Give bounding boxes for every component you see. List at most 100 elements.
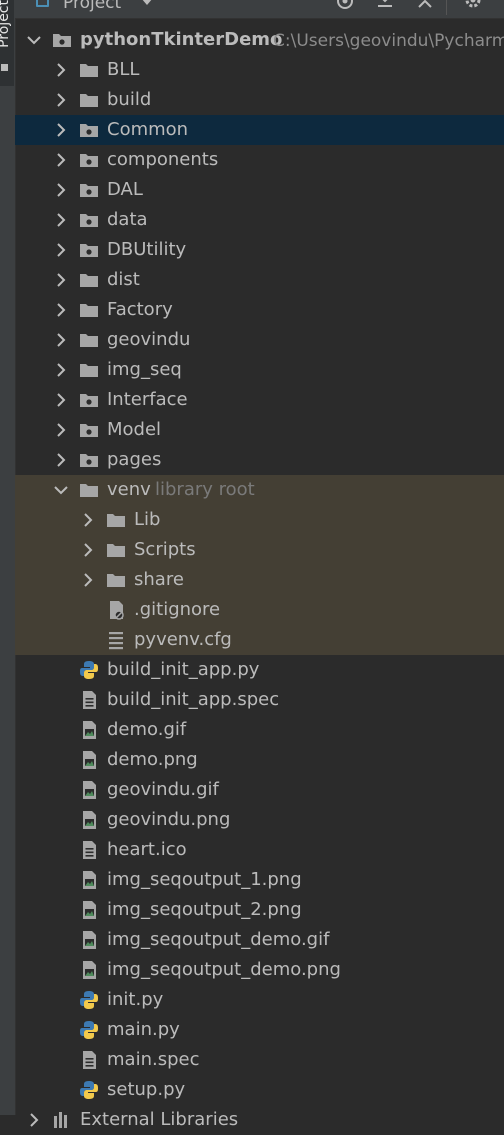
tree-folder-img-seq[interactable]: img_seq <box>15 355 504 385</box>
project-tool-tab-label: Project <box>0 0 12 48</box>
tree-folder-geovindu[interactable]: geovindu <box>15 325 504 355</box>
tree-file-geovindu-png[interactable]: geovindu.png <box>15 805 504 835</box>
chevron-right-icon[interactable] <box>53 302 69 318</box>
chevron-right-icon[interactable] <box>53 392 69 408</box>
tree-item-label: BLL <box>107 59 140 80</box>
tree-folder-data[interactable]: data <box>15 205 504 235</box>
tree-folder-venv[interactable]: venv library root <box>15 475 504 505</box>
config-file-icon <box>109 632 123 650</box>
tree-item-label: components <box>107 149 219 170</box>
tree-item-label: build_init_app.py <box>107 659 260 680</box>
chevron-right-icon[interactable] <box>53 362 69 378</box>
tree-folder-bll[interactable]: BLL <box>15 55 504 85</box>
project-tool-tab[interactable]: Project <box>0 0 14 86</box>
python-file-icon <box>80 991 98 1009</box>
chevron-right-icon[interactable] <box>53 452 69 468</box>
chevron-right-icon[interactable] <box>53 272 69 288</box>
python-file-icon <box>80 1021 98 1039</box>
folder-icon <box>107 514 125 527</box>
external-libraries-icon <box>54 1112 67 1128</box>
tree-file-demo-png[interactable]: demo.png <box>15 745 504 775</box>
tree-folder-components[interactable]: components <box>15 145 504 175</box>
package-folder-icon <box>80 454 98 467</box>
tree-folder-model[interactable]: Model <box>15 415 504 445</box>
tool-window-strip: Project <box>0 0 16 1115</box>
tree-file-img-seqoutput-demo-gif[interactable]: img_seqoutput_demo.gif <box>15 925 504 955</box>
tree-item-label: Common <box>107 119 189 140</box>
tree-item-label: Lib <box>134 509 161 530</box>
tree-item-label: Interface <box>107 389 188 410</box>
tree-folder-interface[interactable]: Interface <box>15 385 504 415</box>
tree-file-geovindu-gif[interactable]: geovindu.gif <box>15 775 504 805</box>
tree-file-pyvenv-cfg[interactable]: pyvenv.cfg <box>15 625 504 655</box>
chevron-right-icon[interactable] <box>53 422 69 438</box>
package-folder-icon <box>80 424 98 437</box>
dropdown-arrow-icon[interactable] <box>137 0 157 15</box>
tree-item-label: pyvenv.cfg <box>134 629 232 650</box>
tree-file-build-init-app-spec[interactable]: build_init_app.spec <box>15 685 504 715</box>
tree-folder-pages[interactable]: pages <box>15 445 504 475</box>
chevron-right-icon[interactable] <box>53 152 69 168</box>
tree-file-heart-ico[interactable]: heart.ico <box>15 835 504 865</box>
tree-item-label: .gitignore <box>134 599 221 620</box>
chevron-right-icon[interactable] <box>53 122 69 138</box>
locate-file-icon[interactable] <box>335 0 355 15</box>
tree-folder-dal[interactable]: DAL <box>15 175 504 205</box>
tree-item-label: DAL <box>107 179 143 200</box>
chevron-down-icon[interactable] <box>53 482 69 498</box>
folder-icon <box>80 274 98 287</box>
project-view-dropdown[interactable]: Project <box>63 0 121 13</box>
chevron-right-icon[interactable] <box>26 1112 42 1128</box>
tree-file-init-py[interactable]: init.py <box>15 985 504 1015</box>
image-file-icon <box>83 811 96 829</box>
chevron-right-icon[interactable] <box>53 212 69 228</box>
package-folder-icon <box>80 214 98 227</box>
chevron-right-icon[interactable] <box>53 332 69 348</box>
expand-all-icon[interactable] <box>375 0 395 15</box>
tree-external-libraries[interactable]: External Libraries <box>15 1105 504 1135</box>
tree-file-build-init-app-py[interactable]: build_init_app.py <box>15 655 504 685</box>
tree-file-main-spec[interactable]: main.spec <box>15 1045 504 1075</box>
tree-folder-build[interactable]: build <box>15 85 504 115</box>
chevron-right-icon[interactable] <box>80 512 96 528</box>
chevron-right-icon[interactable] <box>53 92 69 108</box>
chevron-right-icon[interactable] <box>53 182 69 198</box>
image-file-icon <box>83 721 96 739</box>
tree-item-label: data <box>107 209 148 230</box>
tree-item-label: Factory <box>107 299 173 320</box>
tree-file-img-seqoutput-1-png[interactable]: img_seqoutput_1.png <box>15 865 504 895</box>
gear-icon[interactable] <box>463 0 483 15</box>
project-view-icon <box>36 0 49 7</box>
tree-item-label: Scripts <box>134 539 196 560</box>
project-tree: pythonTkinterDemo C:\Users\geovindu\Pycha… <box>15 25 504 1130</box>
tree-folder-share[interactable]: share <box>15 565 504 595</box>
tree-folder-factory[interactable]: Factory <box>15 295 504 325</box>
chevron-right-icon[interactable] <box>80 572 96 588</box>
tree-file-setup-py[interactable]: setup.py <box>15 1075 504 1105</box>
tree-item-label: heart.ico <box>107 839 187 860</box>
tree-item-label: geovindu.png <box>107 809 231 830</box>
chevron-right-icon[interactable] <box>53 62 69 78</box>
tree-folder-scripts[interactable]: Scripts <box>15 535 504 565</box>
tree-folder-common[interactable]: Common <box>15 115 504 145</box>
package-folder-icon <box>80 244 98 257</box>
text-file-icon <box>83 691 96 709</box>
tree-file-img-seqoutput-2-png[interactable]: img_seqoutput_2.png <box>15 895 504 925</box>
chevron-right-icon[interactable] <box>80 542 96 558</box>
tree-folder-dist[interactable]: dist <box>15 265 504 295</box>
tree-file-img-seqoutput-demo-png[interactable]: img_seqoutput_demo.png <box>15 955 504 985</box>
project-panel-header: Project <box>15 0 504 19</box>
tree-folder-lib[interactable]: Lib <box>15 505 504 535</box>
tree-folder-dbutility[interactable]: DBUtility <box>15 235 504 265</box>
tree-item-label: img_seq <box>107 359 182 380</box>
image-file-icon <box>83 871 96 889</box>
collapse-all-icon[interactable] <box>415 0 435 15</box>
tree-root-pythontkinterdemo[interactable]: pythonTkinterDemo C:\Users\geovindu\Pycha… <box>15 25 504 55</box>
chevron-down-icon[interactable] <box>26 32 42 48</box>
tree-file-demo-gif[interactable]: demo.gif <box>15 715 504 745</box>
tree-file-gitignore[interactable]: .gitignore <box>15 595 504 625</box>
chevron-right-icon[interactable] <box>53 242 69 258</box>
tree-item-label: build <box>107 89 152 110</box>
tree-file-main-py[interactable]: main.py <box>15 1015 504 1045</box>
tree-item-label: geovindu <box>107 329 191 350</box>
